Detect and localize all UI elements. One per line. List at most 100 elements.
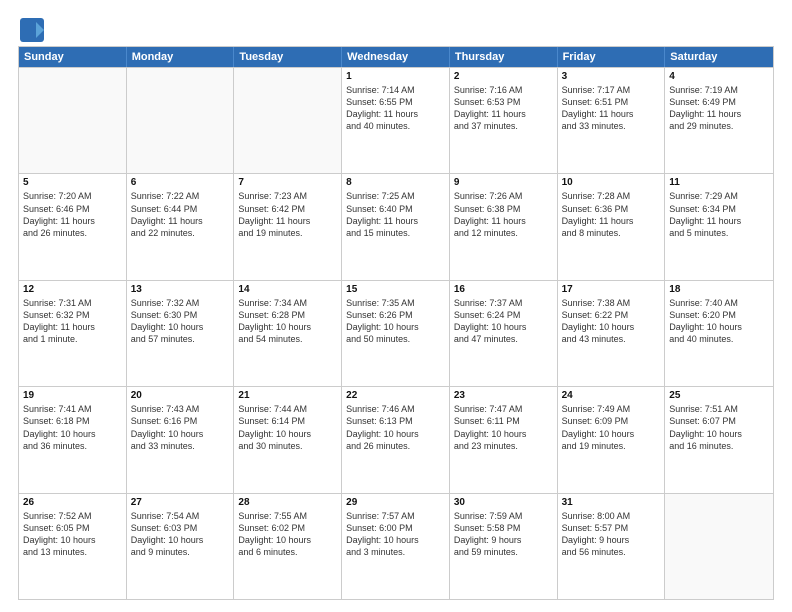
cell-info-line: and 12 minutes. xyxy=(454,227,553,239)
cell-info-line: Daylight: 11 hours xyxy=(131,215,230,227)
cell-info-line: Sunrise: 7:35 AM xyxy=(346,297,445,309)
day-number: 4 xyxy=(669,71,769,82)
day-number: 20 xyxy=(131,390,230,401)
cell-info-line: Daylight: 11 hours xyxy=(23,321,122,333)
calendar-cell: 31Sunrise: 8:00 AMSunset: 5:57 PMDayligh… xyxy=(558,494,666,599)
cell-info-line: Sunrise: 7:44 AM xyxy=(238,403,337,415)
cell-info-line: Daylight: 11 hours xyxy=(346,215,445,227)
calendar-cell: 3Sunrise: 7:17 AMSunset: 6:51 PMDaylight… xyxy=(558,68,666,173)
cell-info-line: Sunrise: 7:43 AM xyxy=(131,403,230,415)
cell-info-line: Daylight: 10 hours xyxy=(131,534,230,546)
day-number: 12 xyxy=(23,284,122,295)
cell-info-line: Daylight: 11 hours xyxy=(562,215,661,227)
cell-info-line: Sunset: 6:05 PM xyxy=(23,522,122,534)
day-number: 1 xyxy=(346,71,445,82)
day-number: 10 xyxy=(562,177,661,188)
day-number: 24 xyxy=(562,390,661,401)
cell-info-line: Daylight: 9 hours xyxy=(562,534,661,546)
calendar-cell: 21Sunrise: 7:44 AMSunset: 6:14 PMDayligh… xyxy=(234,387,342,492)
cell-info-line: and 15 minutes. xyxy=(346,227,445,239)
calendar-cell: 23Sunrise: 7:47 AMSunset: 6:11 PMDayligh… xyxy=(450,387,558,492)
cell-info-line: Sunset: 6:46 PM xyxy=(23,203,122,215)
header-day-monday: Monday xyxy=(127,47,235,67)
cell-info-line: Daylight: 10 hours xyxy=(23,534,122,546)
cell-info-line: and 40 minutes. xyxy=(346,120,445,132)
header-day-saturday: Saturday xyxy=(665,47,773,67)
calendar-cell: 7Sunrise: 7:23 AMSunset: 6:42 PMDaylight… xyxy=(234,174,342,279)
cell-info-line: Daylight: 10 hours xyxy=(23,428,122,440)
header-day-friday: Friday xyxy=(558,47,666,67)
logo xyxy=(18,16,46,40)
cell-info-line: and 54 minutes. xyxy=(238,333,337,345)
cell-info-line: Sunrise: 7:41 AM xyxy=(23,403,122,415)
cell-info-line: Sunset: 6:40 PM xyxy=(346,203,445,215)
cell-info-line: Daylight: 11 hours xyxy=(454,215,553,227)
cell-info-line: Sunrise: 7:52 AM xyxy=(23,510,122,522)
cell-info-line: Sunrise: 7:34 AM xyxy=(238,297,337,309)
cell-info-line: Sunset: 6:32 PM xyxy=(23,309,122,321)
calendar-cell: 13Sunrise: 7:32 AMSunset: 6:30 PMDayligh… xyxy=(127,281,235,386)
cell-info-line: Sunrise: 7:25 AM xyxy=(346,190,445,202)
cell-info-line: and 29 minutes. xyxy=(669,120,769,132)
cell-info-line: and 56 minutes. xyxy=(562,546,661,558)
logo-icon xyxy=(18,16,42,40)
cell-info-line: and 5 minutes. xyxy=(669,227,769,239)
calendar-cell xyxy=(234,68,342,173)
calendar-cell xyxy=(19,68,127,173)
cell-info-line: and 9 minutes. xyxy=(131,546,230,558)
cell-info-line: and 16 minutes. xyxy=(669,440,769,452)
day-number: 30 xyxy=(454,497,553,508)
cell-info-line: Sunset: 6:03 PM xyxy=(131,522,230,534)
calendar-cell: 14Sunrise: 7:34 AMSunset: 6:28 PMDayligh… xyxy=(234,281,342,386)
cell-info-line: Daylight: 10 hours xyxy=(669,428,769,440)
calendar-cell: 16Sunrise: 7:37 AMSunset: 6:24 PMDayligh… xyxy=(450,281,558,386)
cell-info-line: Sunrise: 7:23 AM xyxy=(238,190,337,202)
cell-info-line: Daylight: 10 hours xyxy=(669,321,769,333)
cell-info-line: Sunset: 6:30 PM xyxy=(131,309,230,321)
cell-info-line: Sunset: 6:16 PM xyxy=(131,415,230,427)
cell-info-line: Sunrise: 7:16 AM xyxy=(454,84,553,96)
calendar-row-3: 19Sunrise: 7:41 AMSunset: 6:18 PMDayligh… xyxy=(19,386,773,492)
cell-info-line: Sunrise: 7:49 AM xyxy=(562,403,661,415)
calendar-cell: 1Sunrise: 7:14 AMSunset: 6:55 PMDaylight… xyxy=(342,68,450,173)
day-number: 29 xyxy=(346,497,445,508)
day-number: 16 xyxy=(454,284,553,295)
day-number: 28 xyxy=(238,497,337,508)
calendar-row-4: 26Sunrise: 7:52 AMSunset: 6:05 PMDayligh… xyxy=(19,493,773,599)
calendar-row-1: 5Sunrise: 7:20 AMSunset: 6:46 PMDaylight… xyxy=(19,173,773,279)
calendar-cell: 26 Sunrise: 7:52 AMSunset: 6:05 PMDayligh… xyxy=(19,494,127,599)
calendar-cell: 8Sunrise: 7:25 AMSunset: 6:40 PMDaylight… xyxy=(342,174,450,279)
day-number: 26 xyxy=(23,497,122,508)
cell-info-line: and 30 minutes. xyxy=(238,440,337,452)
cell-info-line: and 37 minutes. xyxy=(454,120,553,132)
calendar-cell: 22Sunrise: 7:46 AMSunset: 6:13 PMDayligh… xyxy=(342,387,450,492)
page: SundayMondayTuesdayWednesdayThursdayFrid… xyxy=(0,0,792,612)
cell-info-line: Daylight: 11 hours xyxy=(562,108,661,120)
cell-info-line: and 23 minutes. xyxy=(454,440,553,452)
cell-info-line: Sunset: 6:49 PM xyxy=(669,96,769,108)
cell-info-line: Daylight: 11 hours xyxy=(669,108,769,120)
cell-info-line: Sunset: 6:51 PM xyxy=(562,96,661,108)
cell-info-line: Daylight: 11 hours xyxy=(454,108,553,120)
calendar-cell: 10Sunrise: 7:28 AMSunset: 6:36 PMDayligh… xyxy=(558,174,666,279)
day-number: 6 xyxy=(131,177,230,188)
cell-info-line: Daylight: 10 hours xyxy=(238,534,337,546)
cell-info-line: and 59 minutes. xyxy=(454,546,553,558)
calendar-cell: 19Sunrise: 7:41 AMSunset: 6:18 PMDayligh… xyxy=(19,387,127,492)
cell-info-line: and 50 minutes. xyxy=(346,333,445,345)
cell-info-line: and 33 minutes. xyxy=(562,120,661,132)
header xyxy=(18,16,774,40)
cell-info-line: Sunrise: 7:32 AM xyxy=(131,297,230,309)
day-number: 2 xyxy=(454,71,553,82)
header-day-wednesday: Wednesday xyxy=(342,47,450,67)
cell-info-line: Sunrise: 7:37 AM xyxy=(454,297,553,309)
cell-info-line: and 1 minute. xyxy=(23,333,122,345)
calendar-cell: 12Sunrise: 7:31 AMSunset: 6:32 PMDayligh… xyxy=(19,281,127,386)
cell-info-line: Daylight: 11 hours xyxy=(669,215,769,227)
calendar-cell: 28Sunrise: 7:55 AMSunset: 6:02 PMDayligh… xyxy=(234,494,342,599)
calendar-cell: 15Sunrise: 7:35 AMSunset: 6:26 PMDayligh… xyxy=(342,281,450,386)
cell-info-line: Daylight: 10 hours xyxy=(346,428,445,440)
cell-info-line: and 3 minutes. xyxy=(346,546,445,558)
day-number: 25 xyxy=(669,390,769,401)
cell-info-line: Daylight: 11 hours xyxy=(23,215,122,227)
